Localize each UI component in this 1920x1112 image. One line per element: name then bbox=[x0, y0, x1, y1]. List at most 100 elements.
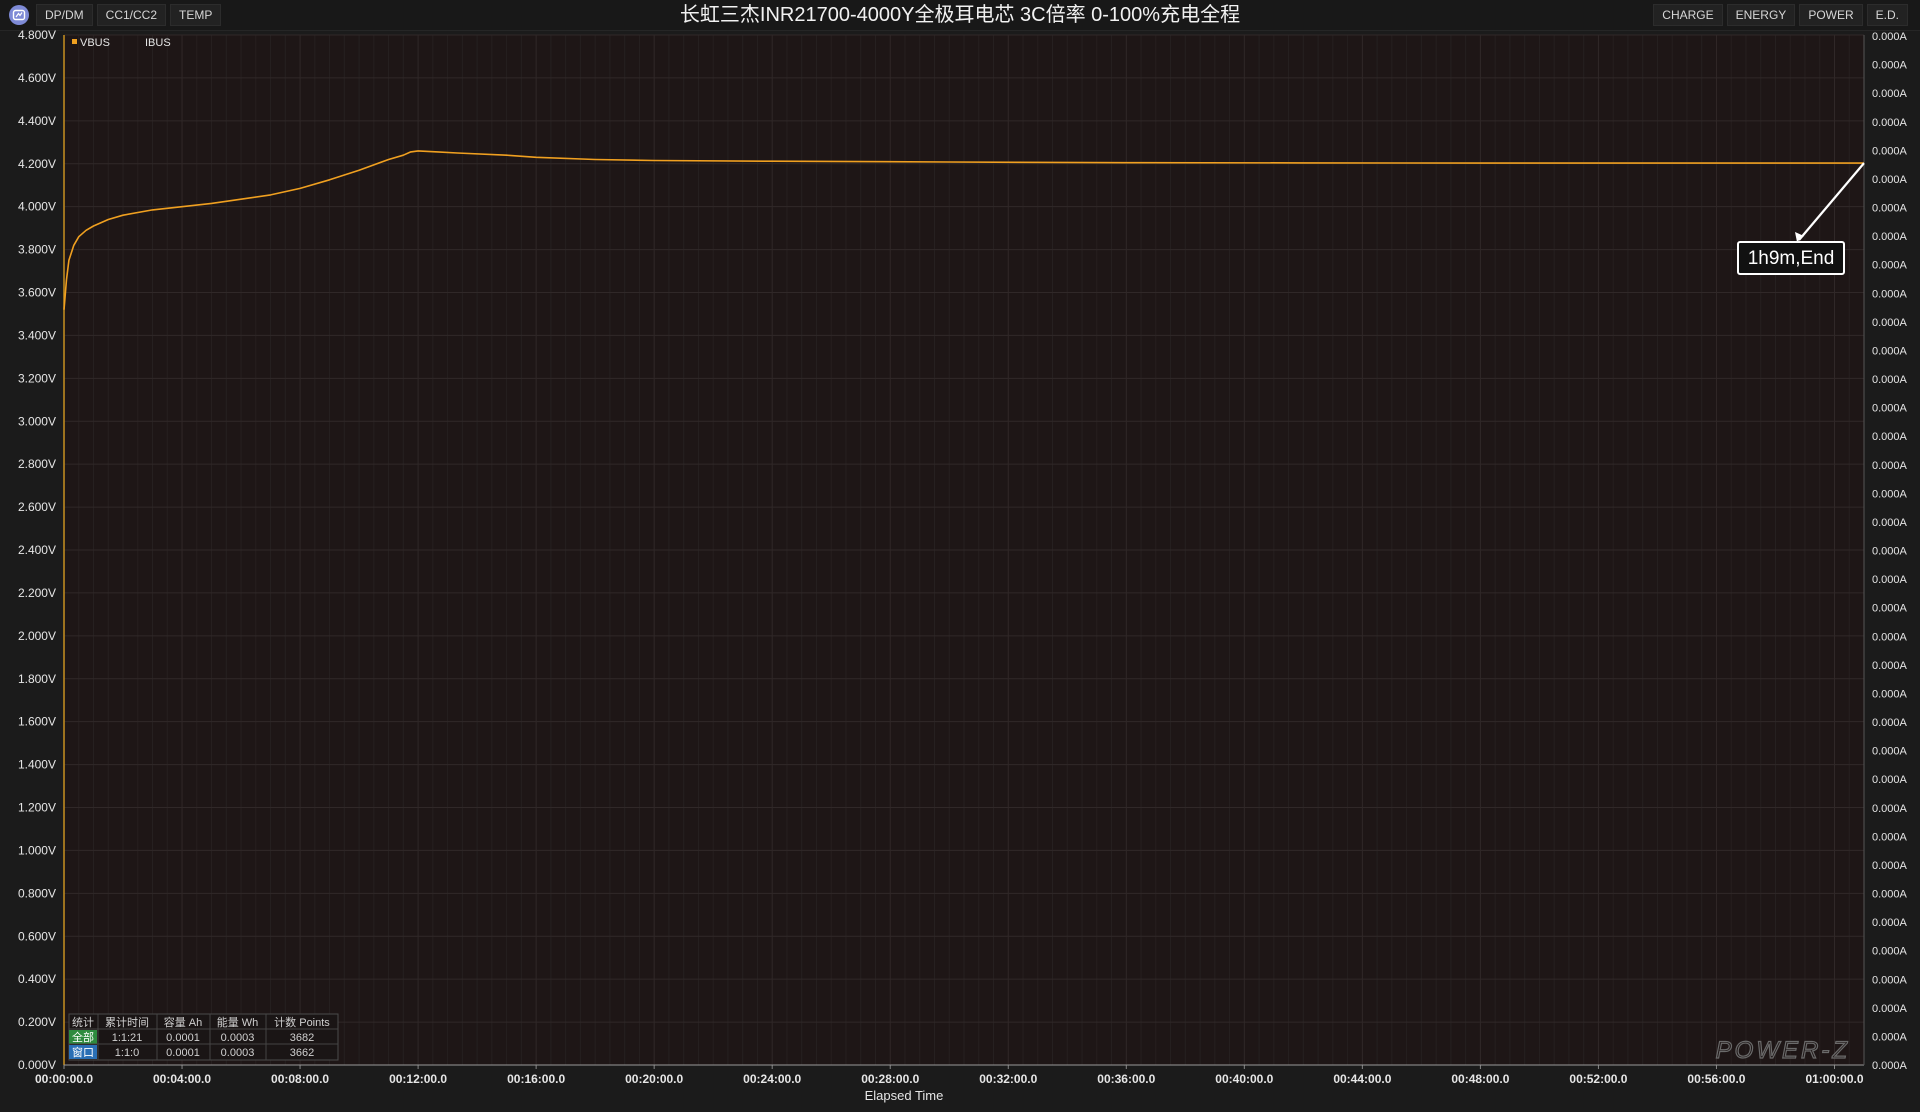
legend-label-ibus: IBUS bbox=[145, 37, 171, 49]
stats-header-cell: 计数 Points bbox=[274, 1016, 330, 1029]
y-tick-label: 0.200V bbox=[18, 1015, 56, 1029]
y-tick-label: 0.800V bbox=[18, 886, 56, 900]
y-tick-label: 3.400V bbox=[18, 328, 56, 342]
legend-swatch-vbus bbox=[72, 39, 77, 44]
annotation-text: 1h9m,End bbox=[1748, 248, 1835, 269]
y-tick-label: 2.800V bbox=[18, 457, 56, 471]
stats-cell: 3662 bbox=[290, 1047, 314, 1059]
y2-tick-label: 0.000A bbox=[1872, 488, 1908, 500]
stats-cell: 0.0001 bbox=[166, 1047, 200, 1059]
chart-title: 长虹三杰INR21700-4000Y全极耳电芯 3C倍率 0-100%充电全程 bbox=[679, 4, 1241, 26]
legend-label-vbus: VBUS bbox=[80, 37, 110, 49]
x-tick-label: 00:36:00.0 bbox=[1097, 1072, 1155, 1086]
x-tick-label: 00:16:00.0 bbox=[507, 1072, 565, 1086]
y-tick-label: 2.200V bbox=[18, 586, 56, 600]
x-tick-label: 00:44:00.0 bbox=[1333, 1072, 1391, 1086]
y-tick-label: 0.400V bbox=[18, 972, 56, 986]
y2-tick-label: 0.000A bbox=[1872, 717, 1908, 729]
y-tick-label: 4.200V bbox=[18, 157, 56, 171]
stats-cell: 1:1:0 bbox=[115, 1047, 139, 1059]
x-tick-label: 00:52:00.0 bbox=[1569, 1072, 1627, 1086]
y2-tick-label: 0.000A bbox=[1872, 603, 1908, 615]
y-tick-label: 4.600V bbox=[18, 71, 56, 85]
y-tick-label: 3.800V bbox=[18, 243, 56, 257]
stats-cell: 0.0001 bbox=[166, 1032, 200, 1044]
y2-tick-label: 0.000A bbox=[1872, 203, 1908, 215]
tab-cc1-cc2[interactable]: CC1/CC2 bbox=[96, 4, 167, 26]
y2-tick-label: 0.000A bbox=[1872, 1060, 1908, 1072]
y2-tick-label: 0.000A bbox=[1872, 460, 1908, 472]
top-bar: DP/DM CC1/CC2 TEMP 长虹三杰INR21700-4000Y全极耳… bbox=[0, 0, 1920, 31]
x-tick-label: 00:48:00.0 bbox=[1451, 1072, 1509, 1086]
y-tick-label: 1.800V bbox=[18, 672, 56, 686]
y2-tick-label: 0.000A bbox=[1872, 889, 1908, 901]
y-tick-label: 0.600V bbox=[18, 929, 56, 943]
y-tick-label: 1.200V bbox=[18, 801, 56, 815]
y-tick-label: 1.000V bbox=[18, 843, 56, 857]
y2-tick-label: 0.000A bbox=[1872, 374, 1908, 386]
y-tick-label: 1.400V bbox=[18, 758, 56, 772]
y2-tick-label: 0.000A bbox=[1872, 1031, 1908, 1043]
tab-dp-dm[interactable]: DP/DM bbox=[36, 4, 93, 26]
left-tab-group: DP/DM CC1/CC2 TEMP bbox=[36, 4, 222, 26]
y2-tick-label: 0.000A bbox=[1872, 1003, 1908, 1015]
y2-tick-label: 0.000A bbox=[1872, 403, 1908, 415]
y2-tick-label: 0.000A bbox=[1872, 774, 1908, 786]
x-tick-label: 00:08:00.0 bbox=[271, 1072, 329, 1086]
y2-tick-label: 0.000A bbox=[1872, 288, 1908, 300]
y2-tick-label: 0.000A bbox=[1872, 660, 1908, 672]
y-tick-label: 2.400V bbox=[18, 543, 56, 557]
y2-tick-label: 0.000A bbox=[1872, 517, 1908, 529]
tab-energy[interactable]: ENERGY bbox=[1726, 4, 1796, 26]
stats-header-cell: 累计时间 bbox=[105, 1016, 149, 1029]
x-tick-label: 01:00:00.0 bbox=[1805, 1072, 1863, 1086]
x-tick-label: 00:00:00.0 bbox=[35, 1072, 93, 1086]
power-z-watermark: POWER-Z bbox=[1716, 1037, 1850, 1064]
y2-tick-label: 0.000A bbox=[1872, 174, 1908, 186]
x-tick-label: 00:40:00.0 bbox=[1215, 1072, 1273, 1086]
x-tick-label: 00:56:00.0 bbox=[1687, 1072, 1745, 1086]
y2-tick-label: 0.000A bbox=[1872, 317, 1908, 329]
x-tick-label: 00:28:00.0 bbox=[861, 1072, 919, 1086]
tab-power[interactable]: POWER bbox=[1799, 4, 1863, 26]
app-logo-icon[interactable] bbox=[9, 5, 29, 25]
y-tick-label: 1.600V bbox=[18, 715, 56, 729]
stats-cell: 1:1:21 bbox=[112, 1032, 143, 1044]
y2-tick-label: 0.000A bbox=[1872, 260, 1908, 272]
y2-tick-label: 0.000A bbox=[1872, 231, 1908, 243]
y2-tick-label: 0.000A bbox=[1872, 946, 1908, 958]
tab-charge[interactable]: CHARGE bbox=[1653, 4, 1723, 26]
y2-tick-label: 0.000A bbox=[1872, 345, 1908, 357]
x-axis-title: Elapsed Time bbox=[865, 1088, 944, 1103]
voltage-chart[interactable]: 0.000V 0.200V 0.400V 0.600V 0.800V 1.000V 1.20… bbox=[0, 30, 1920, 1112]
y2-tick-label: 0.000A bbox=[1872, 688, 1908, 700]
y2-tick-label: 0.000A bbox=[1872, 631, 1908, 643]
y-axis-right: 0.000A 0.000A 0.000A 0.000A 0.000A 0.000A 0.00… bbox=[1872, 31, 1908, 1072]
y2-tick-label: 0.000A bbox=[1872, 746, 1908, 758]
stats-cell: 3682 bbox=[290, 1032, 314, 1044]
stats-header-cell: 容量 Ah bbox=[164, 1015, 203, 1029]
x-tick-label: 00:24:00.0 bbox=[743, 1072, 801, 1086]
y-tick-label: 0.000V bbox=[18, 1058, 56, 1072]
stats-row-label: 窗口 bbox=[72, 1045, 94, 1059]
x-tick-label: 00:04:00.0 bbox=[153, 1072, 211, 1086]
y2-tick-label: 0.000A bbox=[1872, 803, 1908, 815]
x-tick-label: 00:32:00.0 bbox=[979, 1072, 1037, 1086]
y2-tick-label: 0.000A bbox=[1872, 546, 1908, 558]
y2-tick-label: 0.000A bbox=[1872, 974, 1908, 986]
stats-header-cell: 能量 Wh bbox=[217, 1015, 259, 1029]
right-tab-group: CHARGE ENERGY POWER E.D. bbox=[1653, 4, 1908, 26]
y-tick-label: 3.000V bbox=[18, 414, 56, 428]
y-tick-label: 2.600V bbox=[18, 500, 56, 514]
y2-tick-label: 0.000A bbox=[1872, 831, 1908, 843]
y2-tick-label: 0.000A bbox=[1872, 117, 1908, 129]
y2-tick-label: 0.000A bbox=[1872, 60, 1908, 72]
y2-tick-label: 0.000A bbox=[1872, 145, 1908, 157]
y2-tick-label: 0.000A bbox=[1872, 917, 1908, 929]
y-tick-label: 4.800V bbox=[18, 30, 56, 42]
tab-temp[interactable]: TEMP bbox=[170, 4, 222, 26]
y2-tick-label: 0.000A bbox=[1872, 88, 1908, 100]
stats-header-cell: 统计 bbox=[72, 1016, 94, 1029]
tab-ed[interactable]: E.D. bbox=[1866, 4, 1908, 26]
stats-row-label: 全部 bbox=[72, 1030, 94, 1044]
